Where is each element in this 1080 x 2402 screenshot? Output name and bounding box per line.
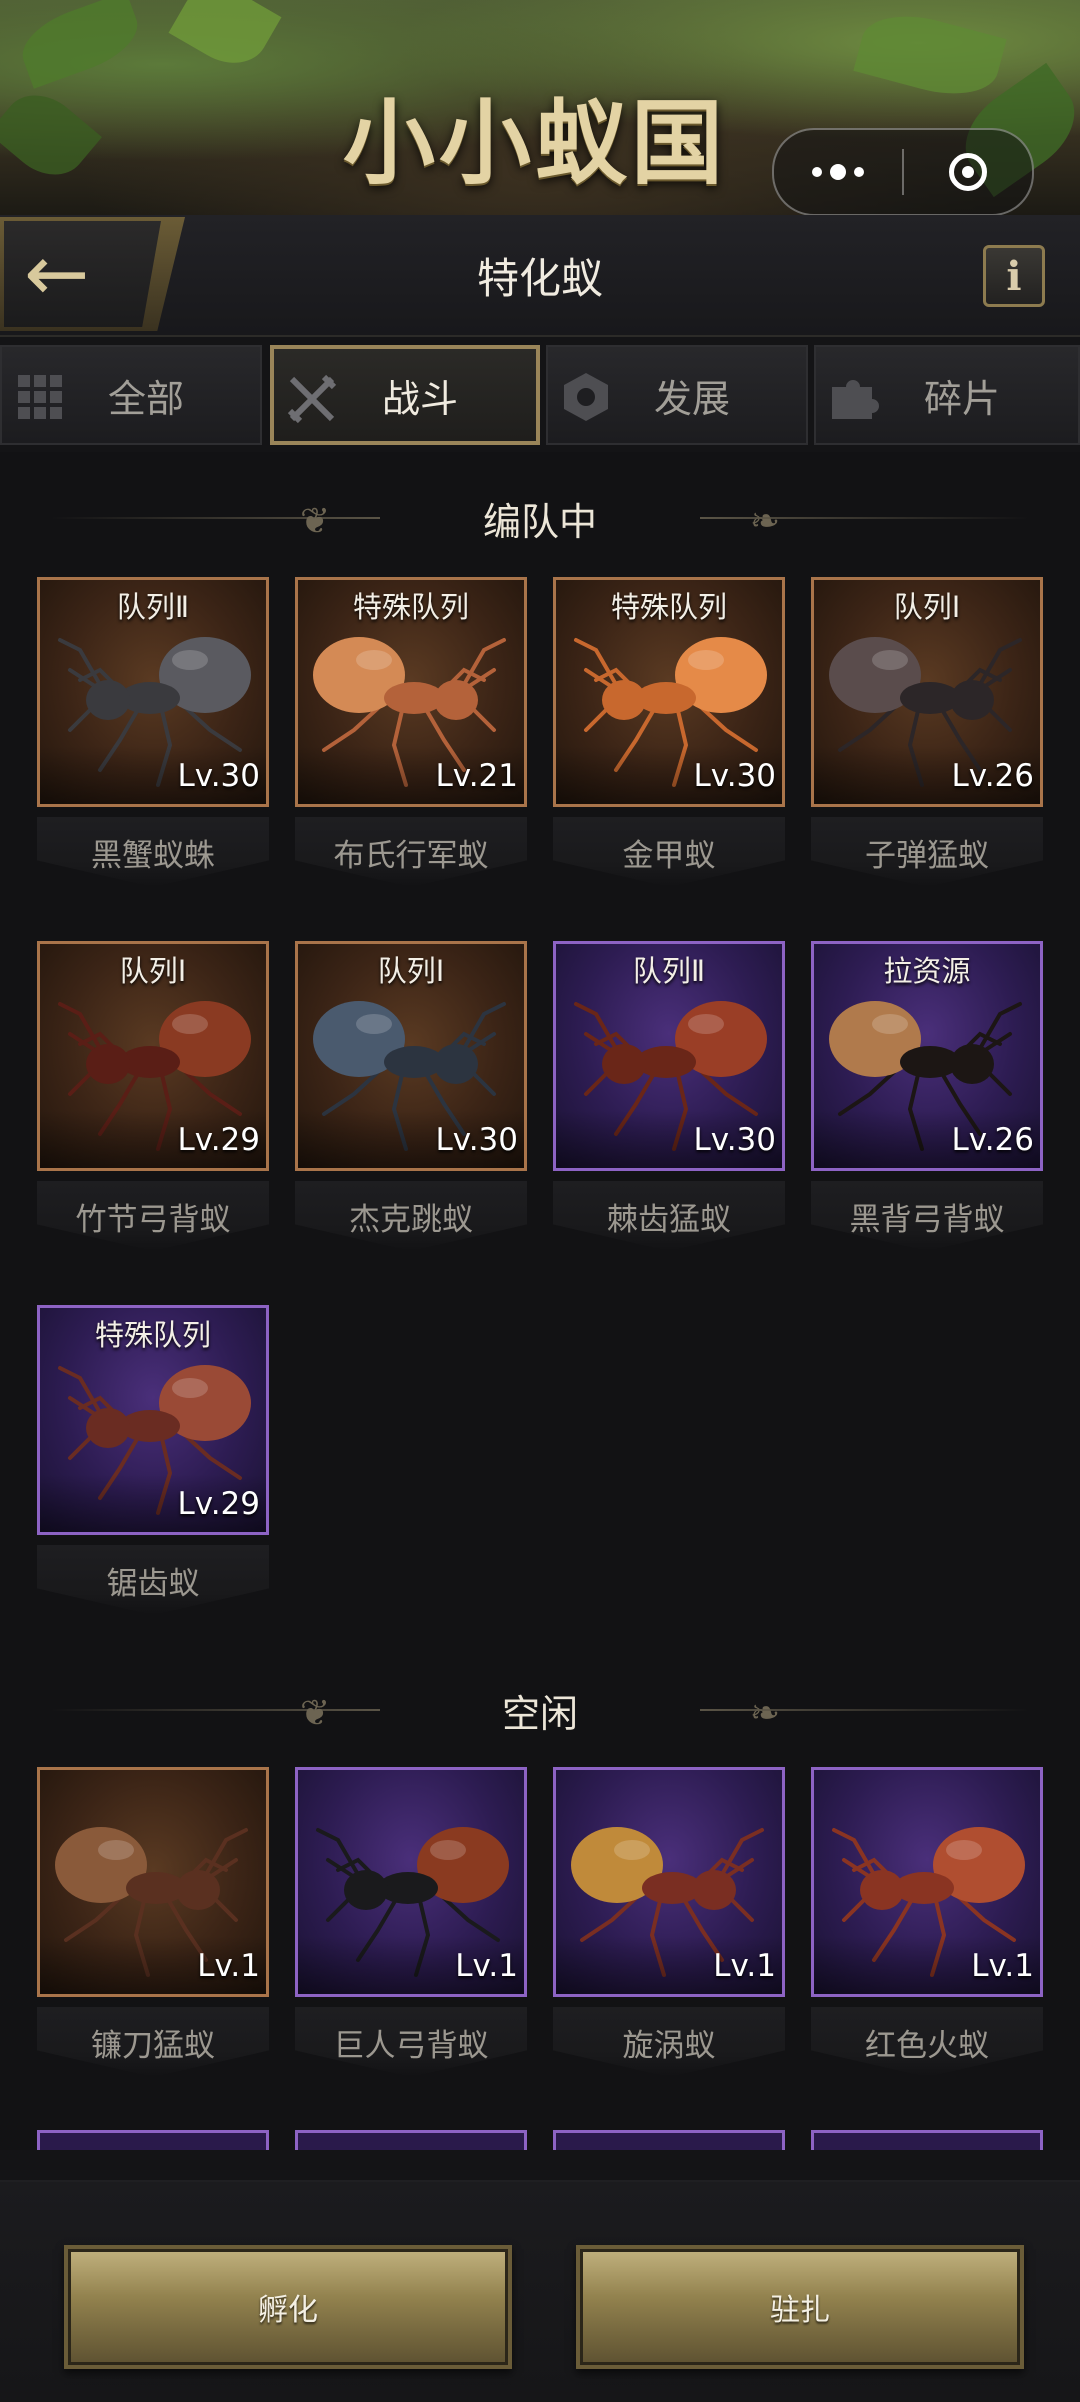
ant-card[interactable]: 队列Ⅰ Lv.30 [295,941,527,1171]
ant-card-partial[interactable] [553,2130,785,2150]
hexagon-icon [558,369,614,425]
ant-name[interactable]: 子弹猛蚁 [811,817,1043,887]
ant-name[interactable]: 巨人弓背蚁 [295,2007,527,2077]
divider-line [50,1709,380,1711]
ant-card[interactable]: 特殊队列 Lv.30 [553,577,785,807]
ant-name[interactable]: 黑背弓背蚁 [811,1181,1043,1251]
game-logo-title: 小小蚁国 [342,89,727,197]
section-title: 编队中 [482,499,597,544]
level-label: Lv.26 [951,1122,1034,1158]
banner-leaf [13,0,147,89]
level-label: Lv.29 [177,1122,260,1158]
leaf-ornament-icon: ❦ [300,501,331,542]
more-options-button[interactable] [774,130,902,214]
grid-icon [12,369,68,425]
hatch-button[interactable]: 孵化 [64,2245,512,2369]
team-tag: 队列Ⅰ [893,590,961,624]
tab-fragments[interactable]: 碎片 [814,345,1080,445]
page-header: ← 特化蚁 [0,215,1080,337]
team-tag: 队列Ⅱ [632,954,706,988]
ant-name[interactable]: 旋涡蚁 [553,2007,785,2077]
divider-line [700,1709,1030,1711]
divider-line [700,517,1030,519]
page-title: 特化蚁 [476,253,603,303]
ant-card[interactable]: 队列Ⅰ Lv.26 [811,577,1043,807]
tab-all[interactable]: 全部 [0,345,262,445]
banner-leaf [0,79,102,191]
station-button[interactable]: 驻扎 [576,2245,1024,2369]
team-tag: 队列Ⅰ [377,954,445,988]
ant-card-partial[interactable] [811,2130,1043,2150]
level-label: Lv.1 [713,1948,776,1984]
game-banner: 小小蚁国 [0,0,1080,215]
team-tag: 队列Ⅰ [119,954,187,988]
team-tag: 特殊队列 [610,590,727,624]
tab-development[interactable]: 发展 [546,345,808,445]
close-mini-program-button[interactable] [904,130,1032,214]
puzzle-piece-icon [826,369,882,425]
ant-name[interactable]: 棘齿猛蚁 [553,1181,785,1251]
ant-card-partial[interactable] [295,2130,527,2150]
ant-card[interactable]: Lv.1 [811,1767,1043,1997]
crossed-swords-icon [284,371,340,427]
level-label: Lv.26 [951,758,1034,794]
level-label: Lv.30 [693,1122,776,1158]
ant-name[interactable]: 锯齿蚁 [37,1545,269,1615]
more-dots-icon [812,164,864,180]
ant-card[interactable]: 特殊队列 Lv.29 [37,1305,269,1535]
ant-card[interactable]: 拉资源 Lv.26 [811,941,1043,1171]
section-title: 空闲 [501,1691,578,1736]
leaf-ornament-icon: ❧ [749,1693,780,1734]
tab-label: 战斗 [381,376,458,421]
leaf-ornament-icon: ❦ [300,1693,331,1734]
level-label: Lv.29 [177,1486,260,1522]
bottom-action-bar: 孵化 驻扎 [0,2180,1080,2402]
level-label: Lv.1 [971,1948,1034,1984]
level-label: Lv.30 [177,758,260,794]
leaf-ornament-icon: ❧ [749,501,780,542]
team-tag: 特殊队列 [94,1318,211,1352]
ant-name[interactable]: 镰刀猛蚁 [37,2007,269,2077]
level-label: Lv.1 [197,1948,260,1984]
ant-card[interactable]: 队列Ⅰ Lv.29 [37,941,269,1171]
info-button[interactable]: i [983,245,1045,307]
back-button[interactable]: ← [0,217,185,331]
divider-line [50,517,380,519]
category-tabs: 全部 战斗 发展 碎片 [0,337,1080,452]
level-label: Lv.21 [435,758,518,794]
ant-name[interactable]: 杰克跳蚁 [295,1181,527,1251]
ant-card[interactable]: 特殊队列 Lv.21 [295,577,527,807]
level-label: Lv.30 [435,1122,518,1158]
section-header-deployed: ❦ 编队中 ❧ [0,483,1080,553]
banner-leaf [168,0,282,78]
section-header-idle: ❦ 空闲 ❧ [0,1675,1080,1745]
tab-label: 碎片 [923,376,1000,421]
ant-card-partial[interactable] [37,2130,269,2150]
target-circle-icon [949,153,987,191]
level-label: Lv.30 [693,758,776,794]
ant-name[interactable]: 布氏行军蚁 [295,817,527,887]
arrow-left-icon: ← [24,229,90,319]
banner-leaf [853,3,1007,107]
ant-name[interactable]: 金甲蚁 [553,817,785,887]
ant-name[interactable]: 黑蟹蚁蛛 [37,817,269,887]
ant-card[interactable]: 队列Ⅱ Lv.30 [553,941,785,1171]
tab-combat[interactable]: 战斗 [270,345,540,445]
mini-program-capsule [772,128,1034,215]
level-label: Lv.1 [455,1948,518,1984]
team-tag: 特殊队列 [352,590,469,624]
ant-name[interactable]: 竹节弓背蚁 [37,1181,269,1251]
tab-label: 全部 [107,376,184,421]
tab-label: 发展 [653,376,730,421]
team-tag: 队列Ⅱ [116,590,190,624]
ant-name[interactable]: 红色火蚁 [811,2007,1043,2077]
ant-card[interactable]: Lv.1 [295,1767,527,1997]
team-tag: 拉资源 [883,954,971,988]
ant-card[interactable]: Lv.1 [37,1767,269,1997]
ant-card[interactable]: Lv.1 [553,1767,785,1997]
ant-card[interactable]: 队列Ⅱ Lv.30 [37,577,269,807]
